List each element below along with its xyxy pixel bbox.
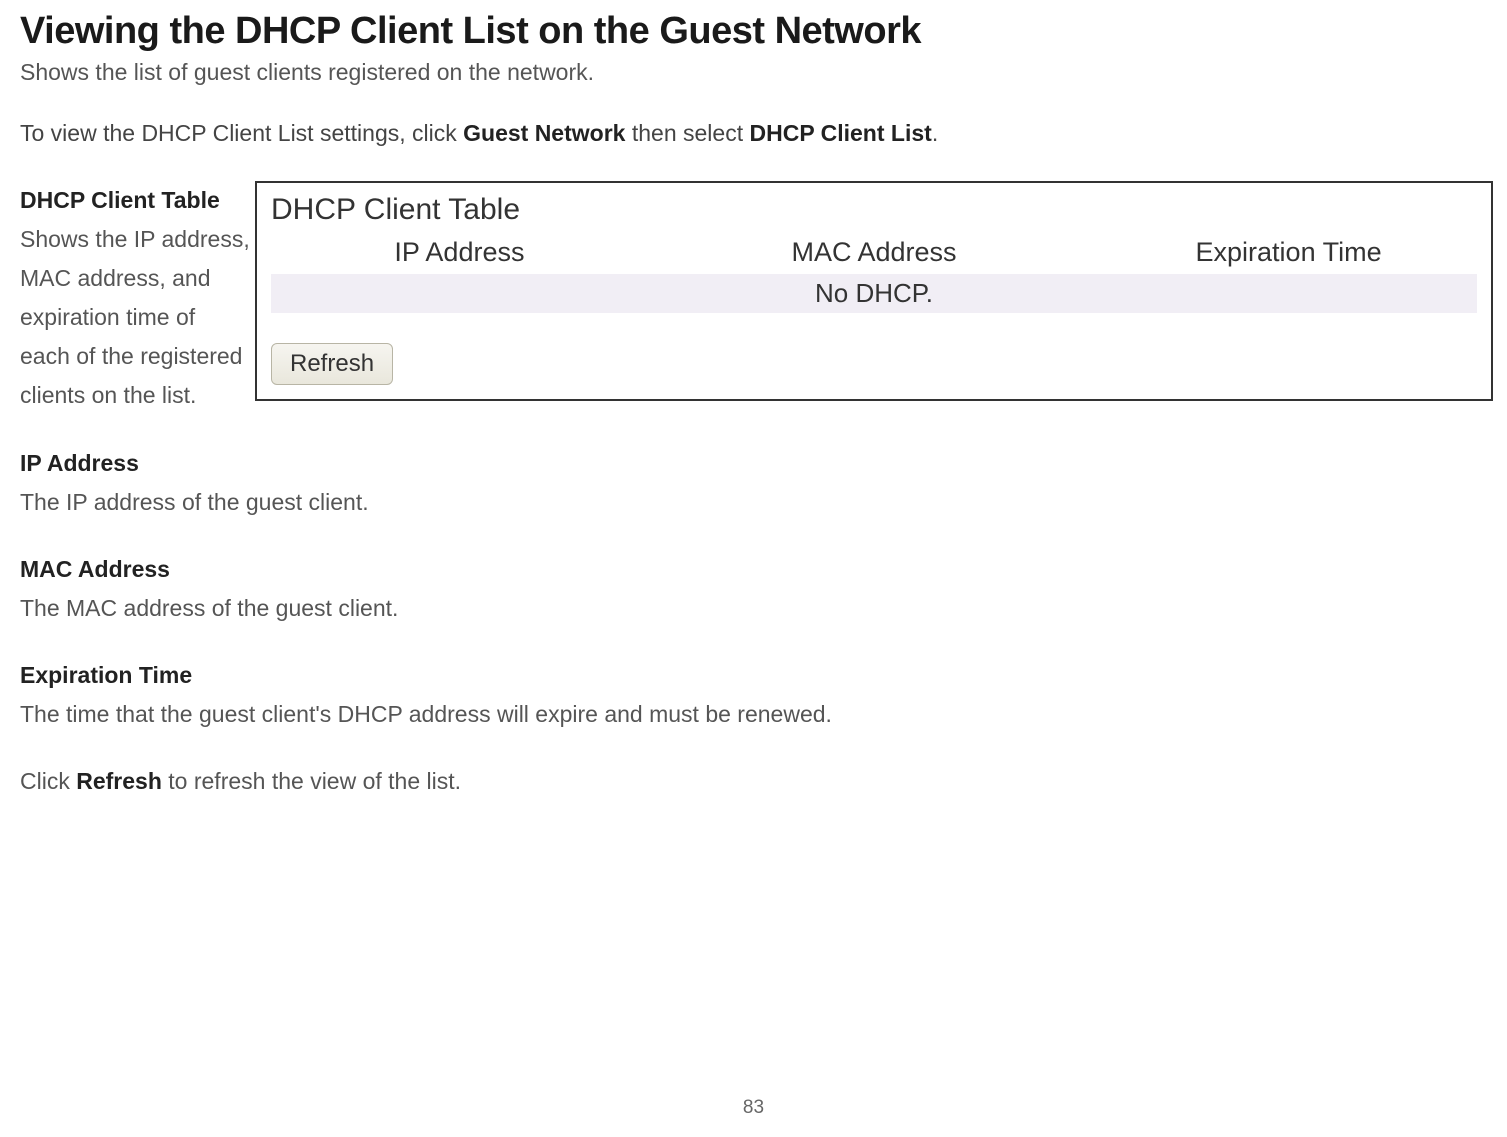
dhcp-table: IP Address MAC Address Expiration Time N… [271,235,1477,313]
term-title: IP Address [20,444,1487,483]
term-desc: The time that the guest client's DHCP ad… [20,695,1487,734]
footer-pre: Click [20,768,76,794]
panel-title: DHCP Client Table [271,193,1477,227]
footer-bold: Refresh [76,768,162,794]
instruction-pre: To view the DHCP Client List settings, c… [20,120,463,146]
instruction-post: . [932,120,938,146]
instruction-bold-1: Guest Network [463,120,625,146]
table-header-row: IP Address MAC Address Expiration Time [271,235,1477,274]
term-desc: The MAC address of the guest client. [20,589,1487,628]
page-subtitle: Shows the list of guest clients register… [20,59,1487,86]
instruction-mid: then select [625,120,749,146]
instruction-line: To view the DHCP Client List settings, c… [20,120,1487,147]
instruction-bold-2: DHCP Client List [749,120,931,146]
footer-instruction: Click Refresh to refresh the view of the… [20,762,1487,801]
page-title: Viewing the DHCP Client List on the Gues… [20,10,1487,53]
column-header-ip: IP Address [271,237,648,268]
term-title: MAC Address [20,550,1487,589]
term-desc: The IP address of the guest client. [20,483,1487,522]
table-empty-row: No DHCP. [271,274,1477,313]
column-header-expiration: Expiration Time [1100,237,1477,268]
term-ip-address: IP Address The IP address of the guest c… [20,444,1487,522]
refresh-button[interactable]: Refresh [271,343,393,385]
page-number: 83 [743,1097,764,1119]
term-desc: Shows the IP address, MAC address, and e… [20,220,250,415]
dhcp-client-table-panel: DHCP Client Table IP Address MAC Address… [255,181,1493,401]
content-wrapper: DHCP Client Table IP Address MAC Address… [20,181,1487,801]
term-mac-address: MAC Address The MAC address of the guest… [20,550,1487,628]
footer-post: to refresh the view of the list. [162,768,461,794]
term-title: Expiration Time [20,656,1487,695]
term-expiration-time: Expiration Time The time that the guest … [20,656,1487,734]
column-header-mac: MAC Address [648,237,1100,268]
